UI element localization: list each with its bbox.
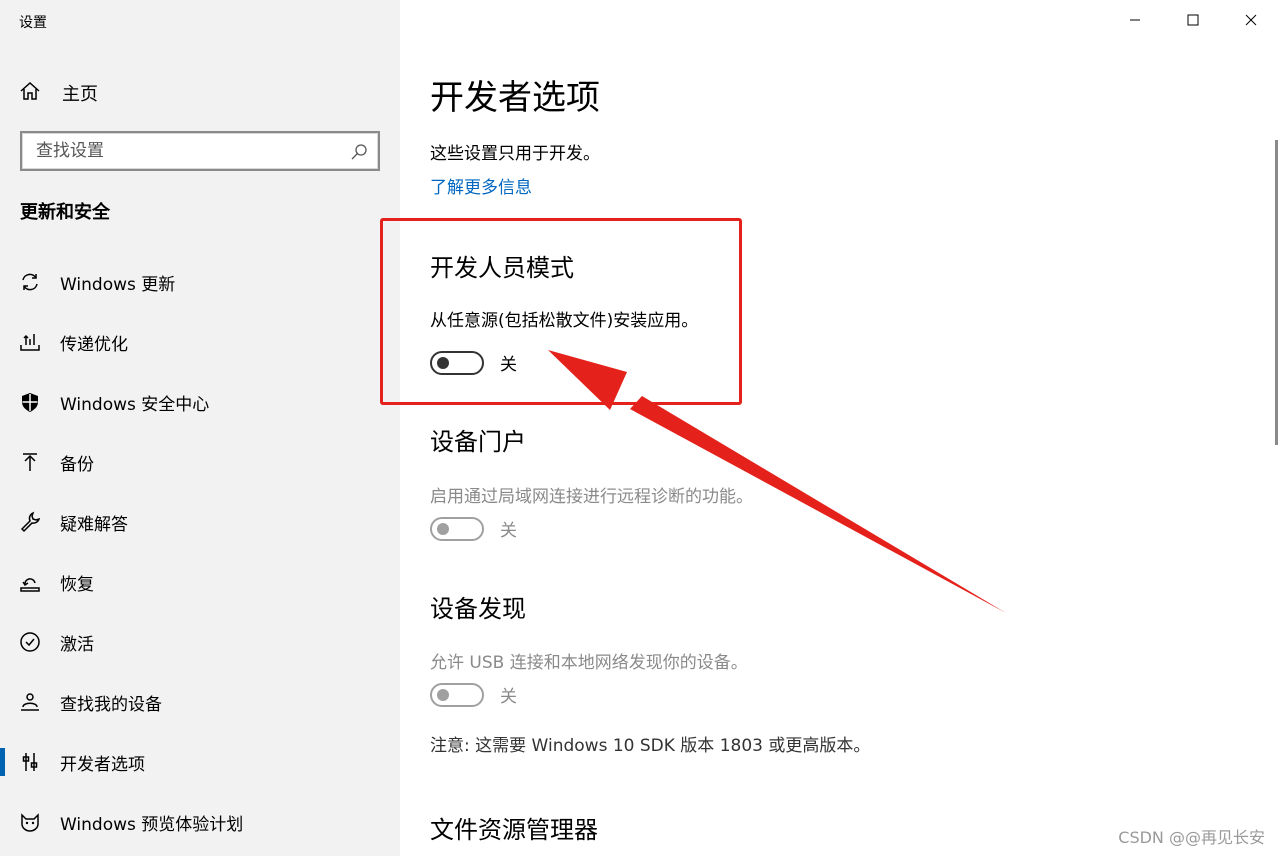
main-content: 开发者选项 这些设置只用于开发。 了解更多信息 开发人员模式 从任意源(包括松散…	[400, 0, 1280, 856]
home-label: 主页	[62, 84, 98, 105]
annotation-highlight-box	[380, 218, 742, 405]
sidebar-item-label: Windows 安全中心	[60, 394, 210, 415]
sidebar-item-troubleshoot[interactable]: 疑难解答	[0, 492, 400, 552]
wrench-icon	[19, 511, 41, 533]
refresh-icon	[19, 271, 41, 293]
learn-more-link[interactable]: 了解更多信息	[430, 173, 532, 198]
delivery-icon	[19, 331, 41, 353]
sidebar-item-label: 传递优化	[60, 334, 128, 355]
sidebar-item-windows-insider[interactable]: Windows 预览体验计划	[0, 792, 400, 852]
sidebar-item-label: Windows 预览体验计划	[60, 814, 244, 835]
device-portal-description: 启用通过局域网连接进行远程诊断的功能。	[430, 487, 753, 507]
search-icon[interactable]	[350, 143, 368, 165]
device-portal-toggle[interactable]	[430, 516, 484, 541]
page-description: 这些设置只用于开发。	[430, 144, 600, 164]
maximize-button[interactable]	[1164, 0, 1222, 40]
page-title: 开发者选项	[430, 78, 600, 118]
sidebar-nav: Windows 更新 传递优化 Windows 安全中心 备份 疑难解答 恢复 …	[0, 252, 400, 852]
check-circle-icon	[19, 631, 41, 653]
recovery-icon	[19, 571, 41, 593]
section-title: 更新和安全	[20, 202, 110, 223]
maximize-icon	[1187, 11, 1199, 30]
backup-arrow-icon	[19, 451, 41, 473]
sidebar-item-recovery[interactable]: 恢复	[0, 552, 400, 612]
sidebar-item-label: 激活	[60, 634, 94, 655]
close-button[interactable]	[1222, 0, 1280, 40]
sidebar-item-activation[interactable]: 激活	[0, 612, 400, 672]
sidebar-item-label: 备份	[60, 454, 94, 475]
watermark: CSDN @@再见长安	[1118, 828, 1265, 847]
device-discovery-toggle-row: 关	[430, 682, 517, 707]
device-discovery-toggle[interactable]	[430, 682, 484, 707]
sdk-requirement-note: 注意: 这需要 Windows 10 SDK 版本 1803 或更高版本。	[430, 736, 871, 756]
window-controls	[1106, 0, 1280, 40]
sidebar-item-label: 恢复	[60, 574, 94, 595]
sidebar-item-label: 开发者选项	[60, 754, 145, 775]
device-discovery-toggle-label: 关	[500, 687, 517, 707]
close-icon	[1245, 11, 1257, 30]
minimize-button[interactable]	[1106, 0, 1164, 40]
cat-icon	[19, 811, 41, 833]
sidebar: 设置 主页 更新和安全 Windows 更新 传递优化	[0, 0, 400, 856]
window-title: 设置	[19, 15, 47, 31]
sidebar-item-delivery-optimization[interactable]: 传递优化	[0, 312, 400, 372]
device-discovery-title: 设备发现	[430, 595, 526, 623]
sidebar-item-find-my-device[interactable]: 查找我的设备	[0, 672, 400, 732]
sidebar-item-developer-options[interactable]: 开发者选项	[0, 732, 400, 792]
sidebar-item-windows-update[interactable]: Windows 更新	[0, 252, 400, 312]
search-box[interactable]	[20, 131, 380, 171]
minimize-icon	[1129, 11, 1141, 30]
sidebar-item-label: 疑难解答	[60, 514, 128, 535]
device-portal-toggle-row: 关	[430, 516, 517, 541]
device-discovery-description: 允许 USB 连接和本地网络发现你的设备。	[430, 653, 748, 673]
shield-icon	[19, 391, 41, 413]
sidebar-item-windows-security[interactable]: Windows 安全中心	[0, 372, 400, 432]
sidebar-item-label: 查找我的设备	[60, 694, 162, 715]
home-icon	[19, 80, 41, 106]
search-input[interactable]	[22, 141, 342, 161]
home-nav-item[interactable]: 主页	[19, 78, 98, 108]
device-portal-title: 设备门户	[430, 428, 526, 456]
device-portal-toggle-label: 关	[500, 521, 517, 541]
scrollbar[interactable]	[1275, 140, 1278, 445]
file-explorer-title: 文件资源管理器	[430, 816, 598, 844]
sidebar-item-label: Windows 更新	[60, 274, 176, 295]
person-location-icon	[19, 691, 41, 713]
developer-tools-icon	[19, 751, 41, 773]
sidebar-item-backup[interactable]: 备份	[0, 432, 400, 492]
